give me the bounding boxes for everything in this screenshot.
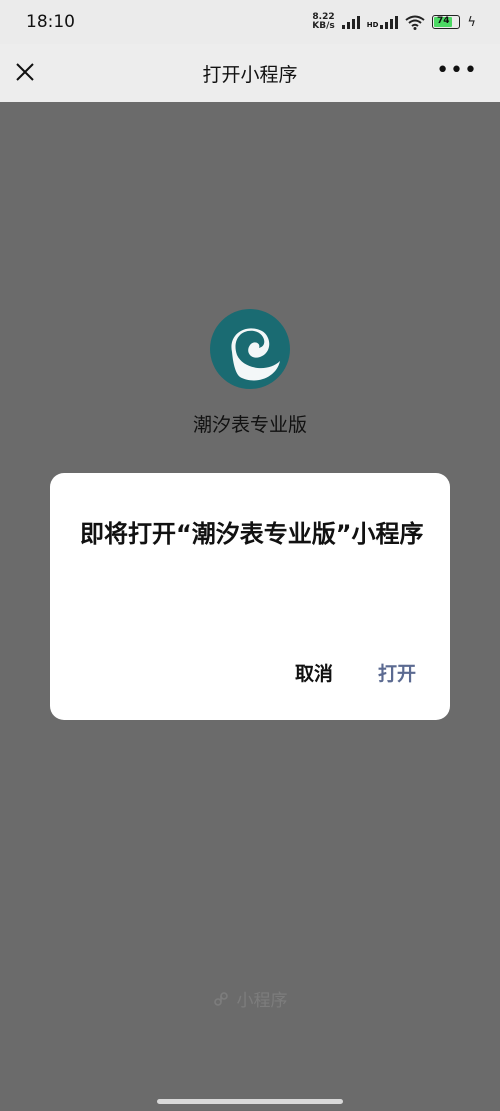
footer-label: 小程序 — [236, 991, 288, 1011]
hd-label: HD — [366, 21, 379, 29]
more-icon[interactable]: ••• — [436, 58, 478, 83]
battery-level: 74 — [434, 17, 453, 27]
status-time: 18:10 — [26, 12, 75, 32]
charging-icon: ϟ — [467, 14, 476, 30]
dialog-message: 即将打开“潮汐表专业版”小程序 — [80, 520, 424, 548]
mini-program-icon — [213, 991, 228, 1006]
network-speed-unit: KB/s — [312, 21, 335, 31]
wave-logo — [210, 309, 290, 389]
page-title: 打开小程序 — [202, 63, 298, 86]
open-button[interactable]: 打开 — [378, 659, 416, 686]
wifi-icon — [405, 15, 426, 30]
signal-icon — [341, 15, 360, 29]
footer: 小程序 — [0, 986, 500, 1011]
status-icons: 8.22 KB/s HD 74 ϟ — [312, 13, 476, 31]
close-icon[interactable] — [14, 61, 36, 83]
status-bar: 18:10 8.22 KB/s HD 74 ϟ — [0, 0, 500, 44]
network-speed: 8.22 KB/s — [312, 13, 334, 31]
signal-hd-icon: HD — [367, 15, 399, 29]
open-dialog: 即将打开“潮汐表专业版”小程序 取消 打开 — [50, 473, 450, 720]
home-indicator[interactable] — [157, 1099, 343, 1104]
app-name: 潮汐表专业版 — [192, 414, 307, 436]
battery-icon: 74 — [432, 15, 461, 29]
nav-bar: 打开小程序 ••• — [0, 44, 500, 102]
cancel-button[interactable]: 取消 — [295, 659, 333, 686]
